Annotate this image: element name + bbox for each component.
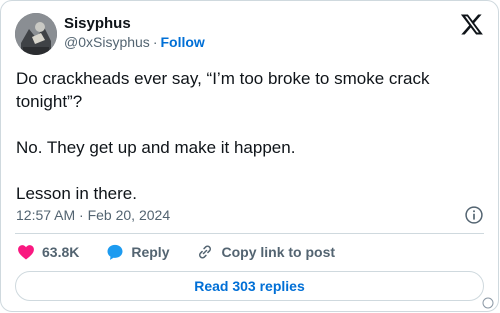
- info-icon[interactable]: [464, 205, 484, 225]
- read-replies-button[interactable]: Read 303 replies: [15, 271, 484, 301]
- timestamp[interactable]: 12:57 AM · Feb 20, 2024: [16, 207, 170, 223]
- x-logo-icon[interactable]: [460, 12, 484, 36]
- action-bar: 63.8K Reply Copy link to post: [16, 242, 361, 262]
- like-count: 63.8K: [42, 244, 80, 260]
- corner-info-icon: [482, 297, 494, 309]
- author-name[interactable]: Sisyphus: [64, 15, 131, 32]
- tweet-card: Sisyphus @0xSisyphus · Follow Do crackhead…: [0, 0, 499, 312]
- reply-label: Reply: [131, 244, 170, 260]
- reply-bubble-icon: [107, 244, 123, 260]
- tweet-text: Do crackheads ever say, “I’m too broke t…: [16, 69, 430, 203]
- follow-link[interactable]: Follow: [160, 34, 204, 50]
- reply-button[interactable]: Reply: [105, 242, 169, 262]
- copy-link-label: Copy link to post: [221, 244, 336, 260]
- heart-icon: [18, 245, 34, 260]
- like-button[interactable]: 63.8K: [16, 242, 79, 262]
- link-icon: [199, 245, 212, 259]
- avatar[interactable]: [15, 13, 57, 55]
- copy-link-button[interactable]: Copy link to post: [195, 242, 335, 262]
- author-handle-row: @0xSisyphus · Follow: [64, 34, 205, 50]
- separator: ·: [152, 34, 158, 50]
- divider: [15, 233, 484, 234]
- author-handle[interactable]: @0xSisyphus: [64, 34, 150, 50]
